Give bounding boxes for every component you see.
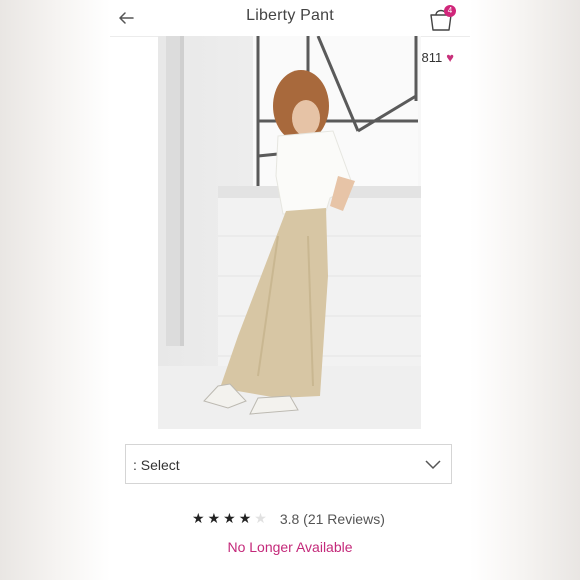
size-select[interactable]: : Select (125, 444, 452, 484)
star-icon: ★ (238, 510, 252, 526)
rating-summary: 3.8 (21 Reviews) (280, 511, 385, 527)
page-title: Liberty Pant (246, 7, 334, 24)
product-image[interactable] (158, 36, 421, 429)
bag-count-badge: 4 (444, 5, 456, 17)
likes-count[interactable]: 811 ♥ (422, 50, 454, 65)
star-icon: ★ (192, 510, 205, 526)
product-photo-illustration (158, 36, 421, 429)
size-select-label: : Select (133, 457, 180, 473)
app-screen: Liberty Pant 4 811 ♥: Select ★ ★ ★ ★ ★ … (110, 0, 470, 580)
star-empty-icon: ★ (254, 510, 267, 526)
star-icon: ★ (223, 510, 236, 526)
rating[interactable]: ★ ★ ★ ★ ★ 3.8 (21 Reviews) (192, 510, 385, 527)
availability-status: No Longer Available (227, 539, 353, 555)
star-icon: ★ (207, 510, 221, 526)
review-count: (21 Reviews) (303, 510, 385, 527)
rating-value: 3.8 (279, 510, 300, 527)
likes-value: 811 (421, 50, 443, 65)
heart-icon[interactable]: ♥ (446, 50, 454, 65)
header: Liberty Pant 4 (110, 0, 470, 37)
chevron-down-icon (425, 460, 441, 470)
